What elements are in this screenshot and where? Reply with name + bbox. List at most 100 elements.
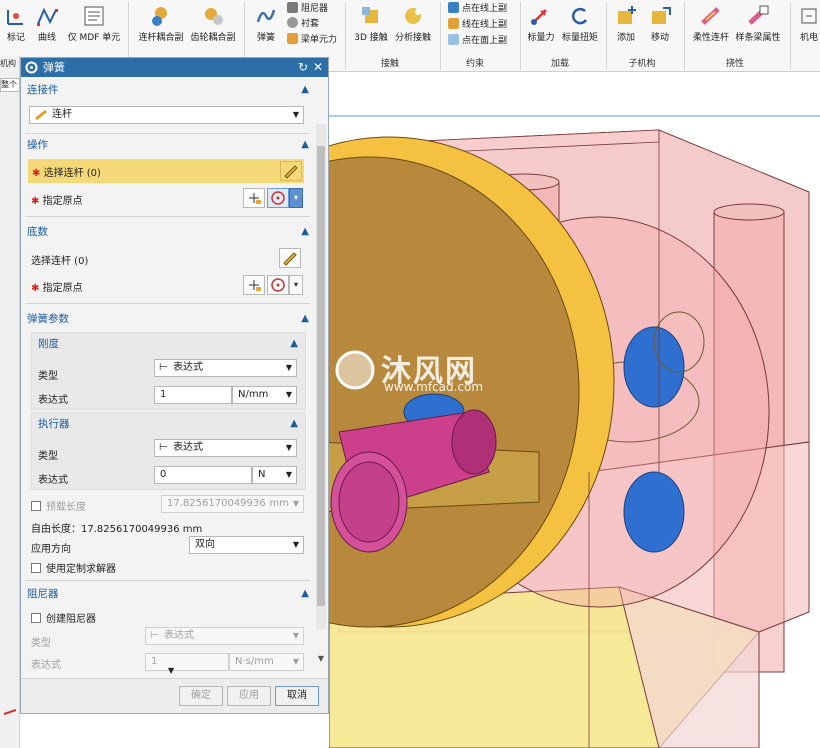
stiffness-unit-select[interactable]: N/mm ▼ <box>232 386 297 404</box>
spring-icon <box>256 9 276 23</box>
dialog-title: 弹簧 <box>43 61 65 74</box>
base-select-link-label: 选择连杆 (0) <box>31 256 89 267</box>
actuator-unit-select[interactable]: N ▼ <box>252 466 297 484</box>
point-dropdown-button[interactable]: ▾ <box>289 188 303 208</box>
custom-solver-checkbox[interactable] <box>31 563 41 573</box>
required-icon: ✱ <box>32 168 41 179</box>
connector-select[interactable]: 连杆 ▼ <box>29 106 304 124</box>
ribbon-button-3d-contact[interactable]: 3D 接触 <box>353 0 389 43</box>
custom-solver-row[interactable]: 使用定制求解器 <box>31 560 116 575</box>
section-base[interactable]: 底数 ▲ <box>27 223 311 241</box>
point-on-line-icon <box>448 2 459 13</box>
damper-type-select[interactable]: ⊢ 表达式 ▼ <box>145 627 304 645</box>
ribbon-button-scalar-force[interactable]: 标量力 <box>526 0 556 43</box>
section-action[interactable]: 操作 ▲ <box>27 136 311 154</box>
action-origin-row: ✱ 指定原点 <box>31 196 83 207</box>
chevron-down-icon: ▼ <box>285 443 292 452</box>
close-icon[interactable]: ✕ <box>313 58 323 77</box>
chevron-up-icon[interactable]: ▲ <box>290 415 298 433</box>
reset-icon[interactable]: ↻ <box>298 58 308 77</box>
chevron-up-icon[interactable]: ▲ <box>301 223 309 241</box>
scrollbar-thumb[interactable] <box>317 146 325 606</box>
group-label-load: 加载 <box>550 59 569 69</box>
chevron-down-icon: ▼ <box>292 110 299 119</box>
move-icon <box>652 7 671 24</box>
ribbon-button-mechatronics[interactable]: 机电 <box>796 0 820 43</box>
ribbon-button-gear-coupler[interactable]: 齿轮耦合副 <box>188 0 238 43</box>
graphics-viewport[interactable]: 沐风网 www.mfcad.com <box>329 72 820 748</box>
scroll-down-icon[interactable]: ▼ <box>318 654 324 663</box>
watermark-url: www.mfcad.com <box>384 380 484 394</box>
point-target-icon <box>271 191 285 205</box>
ribbon-button-spline-beam[interactable]: 样条梁属性 <box>734 0 782 43</box>
actuator-group: 执行器 ▲ 类型 ⊢ 表达式 ▼ 表达式 0 N ▼ <box>31 412 306 490</box>
ribbon-button-scalar-torque[interactable]: 标量扭矩 <box>560 0 600 43</box>
preload-input[interactable]: 17.8256170049936 mm ▼ <box>161 495 304 513</box>
chevron-up-icon[interactable]: ▲ <box>301 585 309 603</box>
ribbon-button-mdf[interactable]: 仅 MDF 单元 <box>66 0 122 43</box>
ok-button[interactable]: 确定 <box>179 686 223 706</box>
scalar-torque-icon <box>571 7 588 25</box>
chevron-up-icon[interactable]: ▲ <box>301 136 309 154</box>
section-spring-params[interactable]: 弹簧参数 ▲ <box>27 310 311 328</box>
point-dialog-icon <box>249 193 261 204</box>
ribbon-button-add[interactable]: 添加 <box>612 0 640 43</box>
base-select-link-button[interactable] <box>279 248 301 268</box>
stiffness-expr-label: 表达式 <box>38 395 68 406</box>
spring-dialog: 弹簧 ↻ ✕ 连接件 ▲ 连杆 ▼ 操作 ▲ ✱ 选择连杆 (0) ✱ 指定原点 ▾ … <box>20 57 329 714</box>
ribbon-item-line-on-line[interactable]: 线在线上副 <box>448 18 507 32</box>
ribbon-button-link-coupler[interactable]: 连杆耦合副 <box>136 0 186 43</box>
apply-button[interactable]: 应用 <box>227 686 271 706</box>
gear-icon <box>25 61 38 74</box>
section-stiffness[interactable]: 刚度 ▲ <box>38 335 300 353</box>
base-point-dropdown-button[interactable]: ▾ <box>289 275 303 295</box>
actuator-type-select[interactable]: ⊢ 表达式 ▼ <box>154 439 297 457</box>
chevron-up-icon[interactable]: ▲ <box>301 81 309 99</box>
ribbon-item-beam-force[interactable]: 梁单元力 <box>287 33 337 47</box>
select-link-button[interactable] <box>280 161 302 181</box>
pencil-icon <box>283 252 297 266</box>
ribbon-button-move[interactable]: 移动 <box>646 0 674 43</box>
point-on-surface-icon <box>448 34 459 45</box>
direction-select[interactable]: 双向 ▼ <box>189 536 304 554</box>
dialog-scrollbar[interactable] <box>316 124 326 629</box>
ribbon-button-flexible-link[interactable]: 柔性连杆 <box>690 0 732 43</box>
ribbon-button-marker[interactable]: 标记 <box>2 0 30 43</box>
ribbon-item-damper[interactable]: 阻尼器 <box>287 2 328 16</box>
damper-expr-input[interactable]: 1 <box>145 653 229 671</box>
actuator-expr-input[interactable]: 0 <box>154 466 252 484</box>
point-dialog-button[interactable] <box>243 188 265 208</box>
gear-coupler-icon <box>152 7 167 26</box>
section-damper[interactable]: 阻尼器 ▲ <box>27 585 311 603</box>
action-select-link-row[interactable]: ✱ 选择连杆 (0) <box>28 159 304 183</box>
chevron-up-icon[interactable]: ▲ <box>290 335 298 353</box>
base-point-inferred-button[interactable] <box>267 275 289 295</box>
ribbon-item-bushing[interactable]: 衬套 <box>287 17 319 31</box>
watermark: 沐风网 www.mfcad.com <box>329 344 509 394</box>
ribbon-button-curve[interactable]: 曲线 <box>32 0 62 43</box>
preload-row[interactable]: 预载长度 <box>31 498 86 513</box>
stub-dropdown[interactable]: 整个 <box>0 78 20 92</box>
ribbon-button-spring[interactable]: 弹簧 <box>252 0 280 43</box>
required-icon: ✱ <box>31 196 40 207</box>
create-damper-row[interactable]: 创建阻尼器 <box>31 610 96 625</box>
section-connector[interactable]: 连接件 ▲ <box>27 81 311 99</box>
stiffness-expr-input[interactable]: 1 <box>154 386 232 404</box>
damper-unit-select[interactable]: N·s/mm ▼ <box>229 653 304 671</box>
section-actuator[interactable]: 执行器 ▲ <box>38 415 300 433</box>
damper-expr-label: 表达式 <box>31 660 61 671</box>
ribbon-item-point-on-surface[interactable]: 点在面上副 <box>448 34 507 48</box>
preload-checkbox[interactable] <box>31 501 41 511</box>
ribbon-item-point-on-line[interactable]: 点在线上副 <box>448 2 507 16</box>
beam-force-icon <box>287 33 298 44</box>
create-damper-checkbox[interactable] <box>31 613 41 623</box>
cancel-button[interactable]: 取消 <box>275 686 319 706</box>
group-label-submechanism: 子机构 <box>628 59 656 69</box>
bushing-icon <box>287 17 298 28</box>
point-inferred-button[interactable] <box>267 188 289 208</box>
ribbon-button-analysis-contact[interactable]: 分析接触 <box>392 0 434 43</box>
chevron-up-icon[interactable]: ▲ <box>301 310 309 328</box>
base-point-dialog-button[interactable] <box>243 275 265 295</box>
stiffness-type-select[interactable]: ⊢ 表达式 ▼ <box>154 359 297 377</box>
more-down-icon[interactable]: ▼ <box>168 666 174 675</box>
